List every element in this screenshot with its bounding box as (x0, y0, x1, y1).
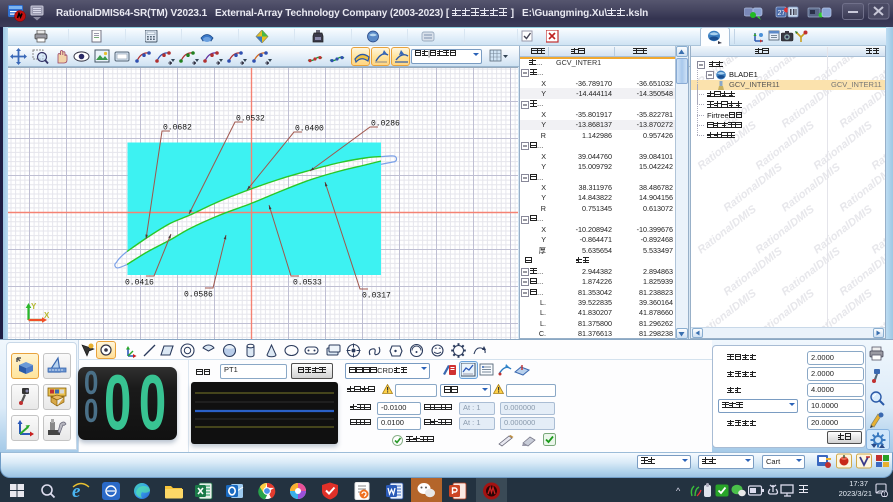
svg-text:X: X (44, 311, 50, 320)
svg-text:0.0533: 0.0533 (293, 279, 322, 288)
svg-text:0.0682: 0.0682 (163, 124, 192, 133)
svg-text:Y: Y (31, 302, 37, 311)
svg-text:0.0317: 0.0317 (362, 292, 391, 301)
svg-text:0.0586: 0.0586 (184, 291, 213, 300)
svg-text:0.0286: 0.0286 (371, 120, 400, 129)
svg-text:27: 27 (778, 10, 786, 17)
svg-text:0.0400: 0.0400 (295, 125, 324, 134)
svg-text:0.0532: 0.0532 (236, 115, 265, 124)
svg-text:0.0416: 0.0416 (125, 279, 154, 288)
